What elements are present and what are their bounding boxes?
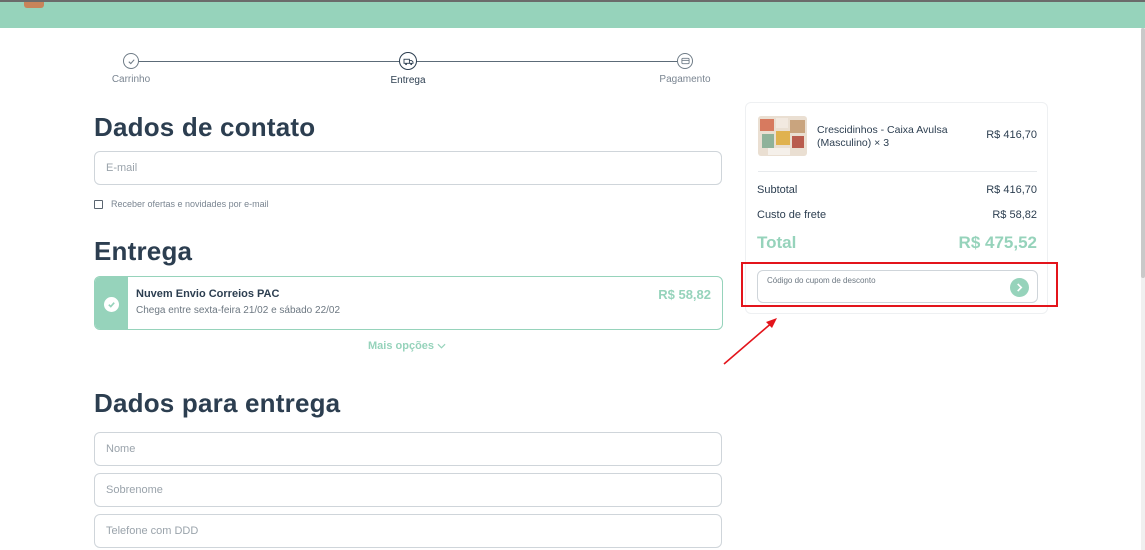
shipping-option-price: R$ 58,82 [658,287,711,302]
subtotal-value: R$ 416,70 [986,184,1037,196]
contact-section-title: Dados de contato [94,112,316,142]
more-options-link[interactable]: Mais opções [368,340,446,352]
annotation-arrow [723,318,777,365]
step-delivery-label: Entrega [390,75,426,86]
step-cart[interactable]: Carrinho [91,50,171,85]
surname-input[interactable] [94,473,722,507]
email-input[interactable] [94,151,722,185]
shipping-cost-value: R$ 58,82 [992,209,1037,221]
more-options-label[interactable]: Mais opções [368,340,434,352]
selected-indicator [95,277,128,329]
page-scrollbar[interactable] [1141,28,1145,550]
product-name: Crescidinhos - Caixa Avulsa (Masculino) … [817,124,948,149]
shipping-cost-label: Custo de frete [757,209,827,221]
newsletter-checkbox[interactable] [94,199,103,209]
store-logo[interactable] [24,2,44,8]
card-icon [677,53,693,69]
subtotal-label: Subtotal [757,184,798,196]
shipping-option-eta: Chega entre sexta-feira 21/02 e sábado 2… [136,305,341,316]
check-icon [123,53,139,69]
newsletter-option[interactable]: Receber ofertas e novidades por e-mail [94,199,269,209]
check-circle-icon [104,296,119,312]
product-price: R$ 416,70 [986,129,1037,141]
truck-icon [399,52,417,70]
scrollbar-thumb[interactable] [1141,28,1145,278]
name-input[interactable] [94,432,722,466]
phone-input[interactable] [94,514,722,548]
delivery-section-title: Dados para entrega [94,388,341,418]
shipping-option-name: Nuvem Envio Correios PAC [136,288,280,300]
step-payment[interactable]: Pagamento [645,50,725,85]
summary-divider [758,171,1037,172]
step-delivery[interactable]: Entrega [368,50,448,86]
total-label: Total [757,233,797,252]
shipping-option-card[interactable]: Nuvem Envio Correios PAC Chega entre sex… [94,276,723,330]
step-cart-label: Carrinho [111,74,151,85]
newsletter-label[interactable]: Receber ofertas e novidades por e-mail [111,199,269,209]
product-thumbnail [758,116,807,156]
step-payment-label: Pagamento [659,74,711,85]
shipping-section-title: Entrega [94,236,193,266]
total-value: R$ 475,52 [958,233,1037,252]
checkout-stepper: Carrinho Entrega Pagamento [95,50,720,90]
chevron-down-icon [437,343,446,349]
top-header-bar [0,0,1145,28]
annotation-highlight-box [741,262,1058,307]
